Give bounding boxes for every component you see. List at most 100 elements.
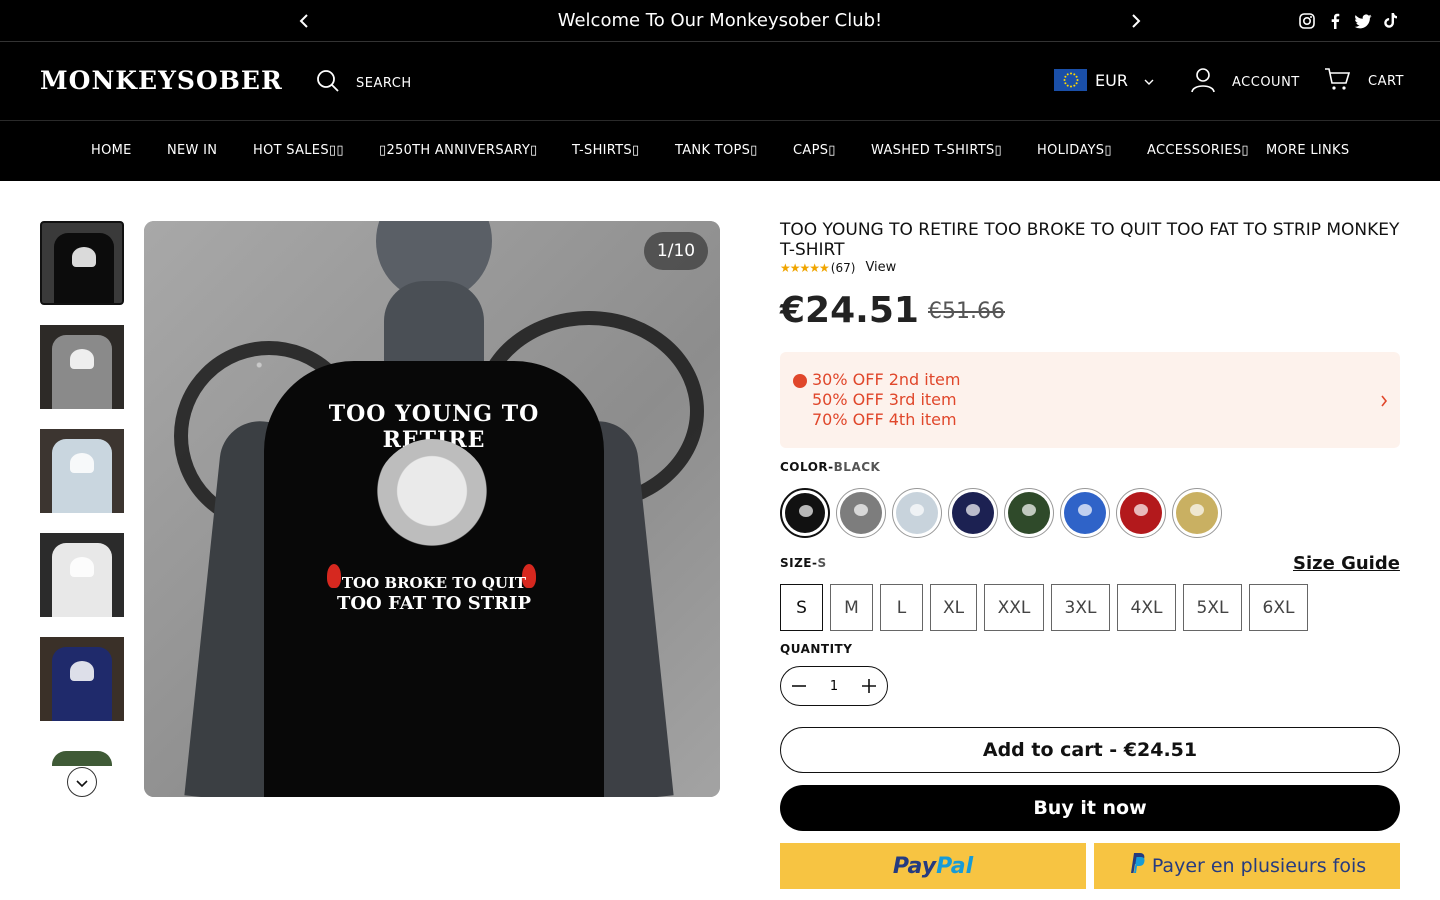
quantity-input[interactable] <box>819 678 849 694</box>
discount-line: 30% OFF 2nd item <box>812 370 961 389</box>
size-option-xxl[interactable]: XXL <box>984 584 1044 631</box>
color-swatch-navy[interactable] <box>948 488 998 538</box>
discount-lines: 30% OFF 2nd item 50% OFF 3rd item 70% OF… <box>812 370 960 430</box>
instagram-icon[interactable] <box>1298 12 1316 30</box>
cart-link[interactable]: CART <box>1324 67 1404 95</box>
thumbnail-1[interactable] <box>40 221 124 305</box>
size-option-xl[interactable]: XL <box>930 584 977 631</box>
thumbnail-print <box>70 661 94 681</box>
product-rating: ★★★★★ (67) View <box>780 260 896 275</box>
thumbnails-scroll-down-button[interactable] <box>67 767 97 797</box>
paypal-button[interactable]: Pay Pal <box>780 843 1086 889</box>
size-option-4xl[interactable]: 4XL <box>1117 584 1176 631</box>
thumbnail-print <box>70 557 94 577</box>
quantity-increase-button[interactable] <box>859 676 879 696</box>
buy-it-now-button[interactable]: Buy it now <box>780 785 1400 831</box>
thumbnail-print <box>72 247 96 267</box>
discount-line: 50% OFF 3rd item <box>812 390 957 409</box>
paypal-logo-pal: Pal <box>936 853 974 879</box>
thumbnail-shirt <box>52 751 112 766</box>
color-swatch-gray[interactable] <box>836 488 886 538</box>
swatch-color <box>785 493 825 533</box>
review-count: (67) <box>830 260 856 275</box>
product-main-image[interactable]: TOO YOUNG TO RETIRE TOO BROKE TO QUIT TO… <box>144 221 720 797</box>
nav-item-t-shirts[interactable]: T-SHIRTS▯ <box>572 143 639 158</box>
quantity-label: QUANTITY <box>780 642 853 656</box>
size-option-5xl[interactable]: 5XL <box>1183 584 1242 631</box>
add-to-cart-button[interactable]: Add to cart - €24.51 <box>780 727 1400 773</box>
thumbnail-6[interactable] <box>40 741 124 766</box>
twitter-icon[interactable] <box>1354 12 1372 30</box>
social-links <box>1298 12 1400 30</box>
swatch-color <box>1120 492 1162 534</box>
tiktok-icon[interactable] <box>1382 12 1400 30</box>
star-rating-icon: ★★★★★ <box>780 260 830 275</box>
thumbnail-print <box>70 453 94 473</box>
nav-item-washed-t-shirts[interactable]: WASHED T-SHIRTS▯ <box>871 143 1002 158</box>
quantity-stepper <box>780 666 888 706</box>
size-option-s[interactable]: S <box>780 584 823 631</box>
site-logo[interactable]: MONKEYSOBER <box>40 66 283 95</box>
search-icon <box>316 69 340 97</box>
nav-item-more-links[interactable]: MORE LINKS <box>1266 143 1349 158</box>
compare-at-price: €51.66 <box>928 299 1005 324</box>
main-navigation: HOME NEW IN HOT SALES▯▯ ▯250TH ANNIVERSA… <box>0 121 1440 181</box>
nav-item-tank-tops[interactable]: TANK TOPS▯ <box>675 143 758 158</box>
search-button[interactable]: SEARCH <box>316 69 412 97</box>
size-option-m[interactable]: M <box>830 584 873 631</box>
paypal-logo-pay: Pay <box>892 853 937 879</box>
thumbnail-3[interactable] <box>40 429 124 513</box>
size-option-l[interactable]: L <box>880 584 923 631</box>
color-swatch-red[interactable] <box>1116 488 1166 538</box>
nav-item-caps[interactable]: CAPS▯ <box>793 143 836 158</box>
size-label: SIZE- <box>780 556 818 570</box>
discount-badge-icon <box>793 374 807 388</box>
nav-item-home[interactable]: HOME <box>91 143 132 158</box>
facebook-icon[interactable] <box>1326 12 1344 30</box>
announcement-text: Welcome To Our Monkeysober Club! <box>557 10 883 31</box>
eu-flag-icon <box>1054 69 1087 91</box>
announcement-bar: Welcome To Our Monkeysober Club! <box>0 0 1440 42</box>
thumbnail-print <box>70 349 94 369</box>
size-option-6xl[interactable]: 6XL <box>1249 584 1308 631</box>
nav-item-new-in[interactable]: NEW IN <box>167 143 217 158</box>
thumbnail-shirt <box>52 439 112 513</box>
currency-code: EUR <box>1095 70 1128 90</box>
tshirt-print-line-2: TOO BROKE TO QUIT <box>341 574 527 592</box>
swatch-color <box>840 492 882 534</box>
size-guide-link[interactable]: Size Guide <box>1293 553 1400 574</box>
thumbnail-shirt <box>52 543 112 617</box>
chevron-down-icon <box>1144 71 1154 90</box>
color-swatch-yellow[interactable] <box>1172 488 1222 538</box>
thumbnail-5[interactable] <box>40 637 124 721</box>
quantity-decrease-button[interactable] <box>789 676 809 696</box>
account-link[interactable]: ACCOUNT <box>1190 67 1300 97</box>
announcement-next-button[interactable] <box>1126 11 1146 31</box>
tshirt-print-line-3: TOO FAT TO STRIP <box>336 593 532 614</box>
swatch-color <box>952 492 994 534</box>
bundle-discount-banner[interactable]: 30% OFF 2nd item 50% OFF 3rd item 70% OF… <box>780 352 1400 448</box>
view-reviews-link[interactable]: View <box>865 260 896 275</box>
color-swatch-light-blue[interactable] <box>892 488 942 538</box>
nav-item-holidays[interactable]: HOLIDAYS▯ <box>1037 143 1112 158</box>
thumbnail-2[interactable] <box>40 325 124 409</box>
thumbnail-4[interactable] <box>40 533 124 617</box>
color-swatch-black[interactable] <box>780 488 830 538</box>
announcement-prev-button[interactable] <box>294 11 314 31</box>
size-option-label: SIZE-S <box>780 556 827 570</box>
currency-selector[interactable]: EUR <box>1054 69 1154 91</box>
paypal-pay-later-button[interactable]: Payer en plusieurs fois <box>1094 843 1400 889</box>
search-label: SEARCH <box>356 75 412 91</box>
color-swatch-blue[interactable] <box>1060 488 1110 538</box>
size-option-3xl[interactable]: 3XL <box>1051 584 1110 631</box>
nav-item-250th-anniversary[interactable]: ▯250TH ANNIVERSARY▯ <box>379 143 538 158</box>
color-swatch-army-green[interactable] <box>1004 488 1054 538</box>
selected-color: BLACK <box>833 460 881 474</box>
nav-item-accessories[interactable]: ACCESSORIES▯ <box>1147 143 1249 158</box>
color-swatches <box>780 488 1222 538</box>
size-options: S M L XL XXL 3XL 4XL 5XL 6XL <box>780 584 1308 631</box>
chevron-right-icon <box>1380 392 1388 411</box>
color-option-label: COLOR-BLACK <box>780 460 880 474</box>
nav-item-hot-sales[interactable]: HOT SALES▯▯ <box>253 143 344 158</box>
cart-icon <box>1324 67 1351 95</box>
